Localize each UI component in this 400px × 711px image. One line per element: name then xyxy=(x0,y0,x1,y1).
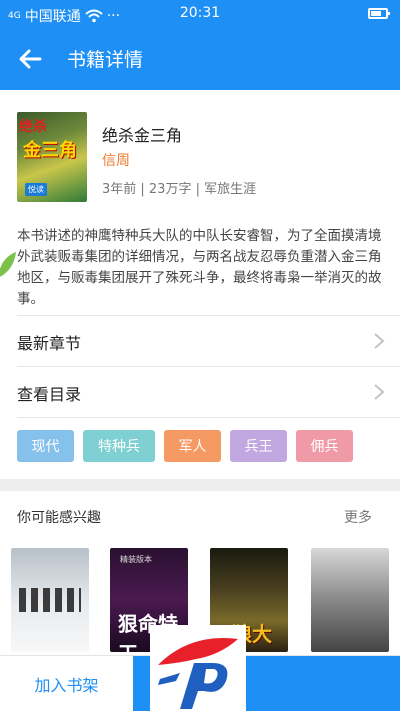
tag-soldier[interactable]: 军人 xyxy=(164,430,221,462)
cover-publisher-badge: 悦读 xyxy=(25,183,47,196)
add-to-shelf-button[interactable]: 加入书架 xyxy=(0,656,133,711)
cover-art xyxy=(19,588,81,612)
cover-small-text: 绝杀 xyxy=(19,119,47,135)
tag-special-forces[interactable]: 特种兵 xyxy=(83,430,155,462)
watermark-logo xyxy=(150,625,246,711)
page-title: 书籍详情 xyxy=(67,49,144,71)
recommend-book-cover[interactable] xyxy=(311,548,389,652)
more-link[interactable]: 更多 xyxy=(344,507,372,527)
cover-title-text: 金三角 xyxy=(23,140,77,161)
battery-icon xyxy=(368,8,390,19)
tag-ace-soldier[interactable]: 兵王 xyxy=(230,430,287,462)
leaf-decoration-icon xyxy=(0,252,16,277)
book-author[interactable]: 信周 xyxy=(102,150,130,170)
tag-list: 现代 特种兵 军人 兵王 佣兵 xyxy=(17,430,387,462)
section-gap xyxy=(0,479,400,491)
book-meta: 3年前 | 23万字 | 军旅生涯 xyxy=(102,182,257,197)
recommend-book-cover[interactable] xyxy=(11,548,89,652)
cover-small-text: 精装版本 xyxy=(120,555,152,564)
catalog-label: 查看目录 xyxy=(17,385,82,404)
tag-modern[interactable]: 现代 xyxy=(17,430,74,462)
app-bar: 书籍详情 xyxy=(0,28,400,90)
battery-fill xyxy=(371,11,381,16)
chevron-right-icon xyxy=(374,384,385,400)
latest-chapter-row[interactable]: 最新章节 xyxy=(0,316,400,366)
recommend-title: 你可能感兴趣 xyxy=(17,510,101,526)
recommend-header: 你可能感兴趣 更多 xyxy=(0,491,400,539)
book-description: 本书讲述的神鹰特种兵大队的中队长安睿智，为了全面摸清境外武装贩毒集团的详细情况，… xyxy=(17,228,382,307)
status-bar: 4G 中国联通 ··· 20:31 xyxy=(0,0,400,28)
book-title: 绝杀金三角 xyxy=(102,126,183,145)
book-header: 绝杀 金三角 悦读 绝杀金三角 信周 3年前 | 23万字 | 军旅生涯 xyxy=(0,90,400,210)
book-cover[interactable]: 绝杀 金三角 悦读 xyxy=(17,112,87,202)
back-arrow-icon[interactable] xyxy=(16,45,44,73)
catalog-row[interactable]: 查看目录 xyxy=(0,367,400,417)
tag-mercenary[interactable]: 佣兵 xyxy=(296,430,353,462)
chevron-right-icon xyxy=(374,333,385,349)
latest-chapter-label: 最新章节 xyxy=(17,334,82,353)
divider xyxy=(17,417,400,418)
clock: 20:31 xyxy=(179,5,221,21)
